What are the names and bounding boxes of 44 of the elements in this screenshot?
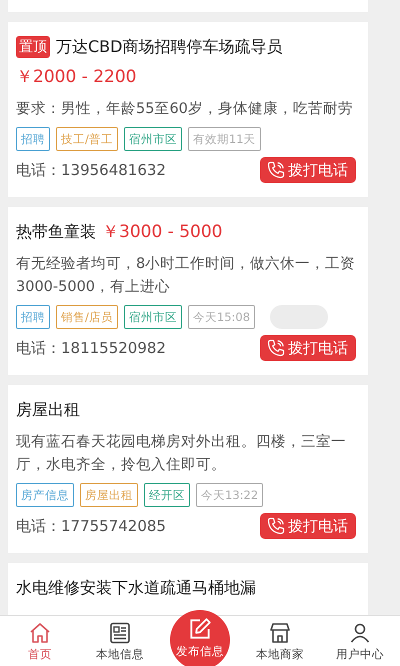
tag: 招聘 bbox=[16, 305, 50, 329]
tag: 房屋出租 bbox=[80, 483, 138, 507]
user-icon bbox=[348, 620, 372, 644]
phone-icon bbox=[266, 516, 286, 536]
listing-title: 房屋出租 bbox=[16, 399, 80, 421]
phone-icon bbox=[266, 338, 286, 358]
listing-title: 热带鱼童装 bbox=[16, 221, 96, 243]
call-button[interactable]: 拨打电话 bbox=[260, 335, 356, 361]
price-text: ￥3000 - 5000 bbox=[102, 221, 222, 244]
tag: 技工/普工 bbox=[56, 127, 118, 151]
listing-description: 有无经验者均可，8小时工作时间，做六休一，工资3000-5000，有上进心 bbox=[16, 254, 356, 297]
price-text: ￥2000 - 2200 bbox=[16, 66, 136, 89]
shop-icon bbox=[268, 620, 292, 644]
tab-button[interactable]: 发布信息 bbox=[170, 610, 230, 666]
tab-button[interactable]: 首页 bbox=[0, 616, 80, 666]
call-button[interactable]: 拨打电话 bbox=[260, 157, 356, 183]
tag: 宿州市区 bbox=[124, 127, 182, 151]
phone-icon bbox=[266, 160, 286, 180]
listing-description: 现有蓝石春天花园电梯房对外出租。四楼，三室一厅，水电齐全，拎包入住即可。 bbox=[16, 432, 347, 475]
listing-card[interactable]: 水电维修安装下水道疏通马桶地漏 bbox=[8, 563, 368, 615]
document-icon bbox=[108, 620, 132, 644]
tag: 经开区 bbox=[144, 483, 190, 507]
listing-card[interactable]: 热带鱼童装 ￥3000 - 5000 有无经验者均可，8小时工作时间，做六休一，工资3000-5000，有上进心 招聘 销售/店员 宿州市区 今天15:08 电话：18115520982 拨打电话 bbox=[8, 207, 368, 375]
tag: 今天15:08 bbox=[188, 305, 256, 329]
phone-number: 电话：17755742085 bbox=[16, 516, 166, 536]
pinned-badge: 置顶 bbox=[16, 36, 50, 58]
tag: 房产信息 bbox=[16, 483, 74, 507]
call-button[interactable]: 拨打电话 bbox=[260, 513, 356, 539]
listing-title: 水电维修安装下水道疏通马桶地漏 bbox=[16, 577, 256, 599]
tag: 宿州市区 bbox=[124, 305, 182, 329]
tab-button[interactable]: 本地信息 bbox=[80, 616, 160, 666]
tag: 有效期11天 bbox=[188, 127, 261, 151]
phone-number: 电话：18115520982 bbox=[16, 338, 166, 358]
listing-card[interactable]: 置顶 万达CBD商场招聘停车场疏导员 ￥2000 - 2200 要求：男性，年龄55至60岁，身体健康，吃苦耐劳 招聘 技工/普工 宿州市区 有效期11天 电话：13956481632 拨打电话 bbox=[8, 22, 368, 197]
tab-button[interactable]: 用户中心 bbox=[320, 616, 400, 666]
listing-title: 万达CBD商场招聘停车场疏导员 bbox=[56, 36, 282, 58]
tab-button[interactable]: 本地商家 bbox=[240, 616, 320, 666]
phone-number: 电话：13956481632 bbox=[16, 160, 166, 180]
listing-description: 要求：男性，年龄55至60岁，身体健康，吃苦耐劳 bbox=[16, 100, 354, 119]
tag: 销售/店员 bbox=[56, 305, 118, 329]
listing-card[interactable]: 房屋出租 现有蓝石春天花园电梯房对外出租。四楼，三室一厅，水电齐全，拎包入住即可。 房产信息 房屋出租 经开区 今天13:22 电话：17755742085 拨打电话 bbox=[8, 385, 368, 553]
home-icon bbox=[28, 620, 52, 644]
tag: 招聘 bbox=[16, 127, 50, 151]
tag: 今天13:22 bbox=[196, 483, 264, 507]
